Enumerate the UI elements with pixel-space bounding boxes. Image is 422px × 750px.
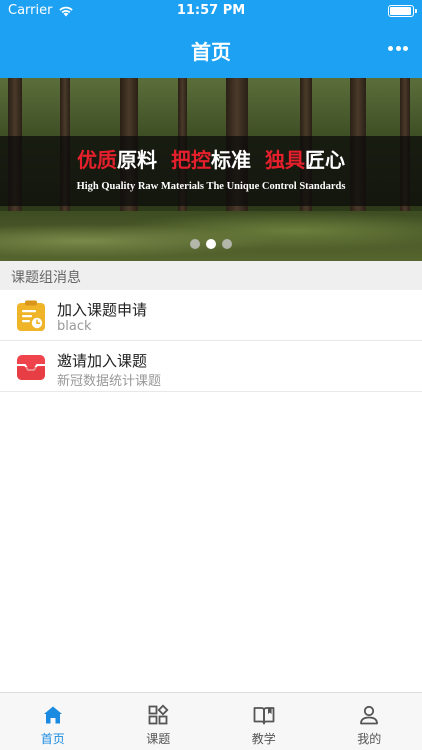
battery-fill: [390, 7, 411, 15]
page-title: 首页: [191, 40, 231, 64]
banner-headline-part: 匠心: [305, 148, 345, 172]
more-icon[interactable]: [388, 42, 408, 54]
tab-label: 教学: [251, 732, 276, 746]
status-bar: Carrier 11:57 PM: [0, 0, 422, 22]
tab-bar: 首页 课题 教学 我的: [0, 692, 422, 750]
top-bar: Carrier 11:57 PM 首页: [0, 0, 422, 78]
section-header: 课题组消息: [0, 261, 422, 290]
banner-headline-part: 原料: [117, 148, 157, 172]
carousel-dot[interactable]: [222, 239, 232, 249]
book-icon: [253, 707, 275, 725]
message-row-join-request[interactable]: 加入课题申请 black: [0, 290, 422, 341]
inbox-icon: [17, 355, 45, 380]
tab-topics[interactable]: 课题: [106, 693, 212, 750]
banner-headline-part: 把控: [171, 148, 211, 172]
banner-ground: [0, 211, 422, 261]
battery-icon: [388, 5, 417, 17]
tab-teaching[interactable]: 教学: [211, 693, 317, 750]
banner-subtitle: High Quality Raw Materials The Unique Co…: [76, 181, 346, 192]
tab-mine[interactable]: 我的: [317, 693, 422, 750]
message-title: 加入课题申请: [57, 301, 148, 319]
message-subtitle: 新冠数据统计课题: [57, 374, 162, 389]
carousel-dot[interactable]: [206, 239, 216, 249]
message-row-invite[interactable]: 邀请加入课题 新冠数据统计课题: [0, 341, 422, 392]
status-time: 11:57 PM: [176, 3, 246, 18]
banner-headline-part: 优质: [77, 148, 117, 172]
banner-headline-part: 独具: [265, 148, 305, 172]
person-icon: [360, 705, 379, 725]
tab-label: 我的: [357, 732, 382, 746]
carousel-dot[interactable]: [190, 239, 200, 249]
banner-headline: 优质原料 把控标准 独具匠心: [0, 144, 422, 173]
tab-label: 课题: [146, 732, 171, 746]
banner-headline-part: 标准: [211, 148, 251, 172]
banner-carousel[interactable]: 优质原料 把控标准 独具匠心 High Quality Raw Materials …: [0, 78, 422, 261]
home-icon: [43, 706, 62, 724]
carousel-pager[interactable]: [0, 239, 422, 249]
banner-caption: 优质原料 把控标准 独具匠心 High Quality Raw Materials …: [0, 136, 422, 206]
grid-icon: [148, 704, 169, 725]
clipboard-clock-icon: [17, 300, 45, 331]
tab-home[interactable]: 首页: [0, 693, 106, 750]
message-subtitle: black: [57, 319, 92, 334]
tab-label: 首页: [40, 732, 65, 746]
message-title: 邀请加入课题: [57, 352, 148, 370]
